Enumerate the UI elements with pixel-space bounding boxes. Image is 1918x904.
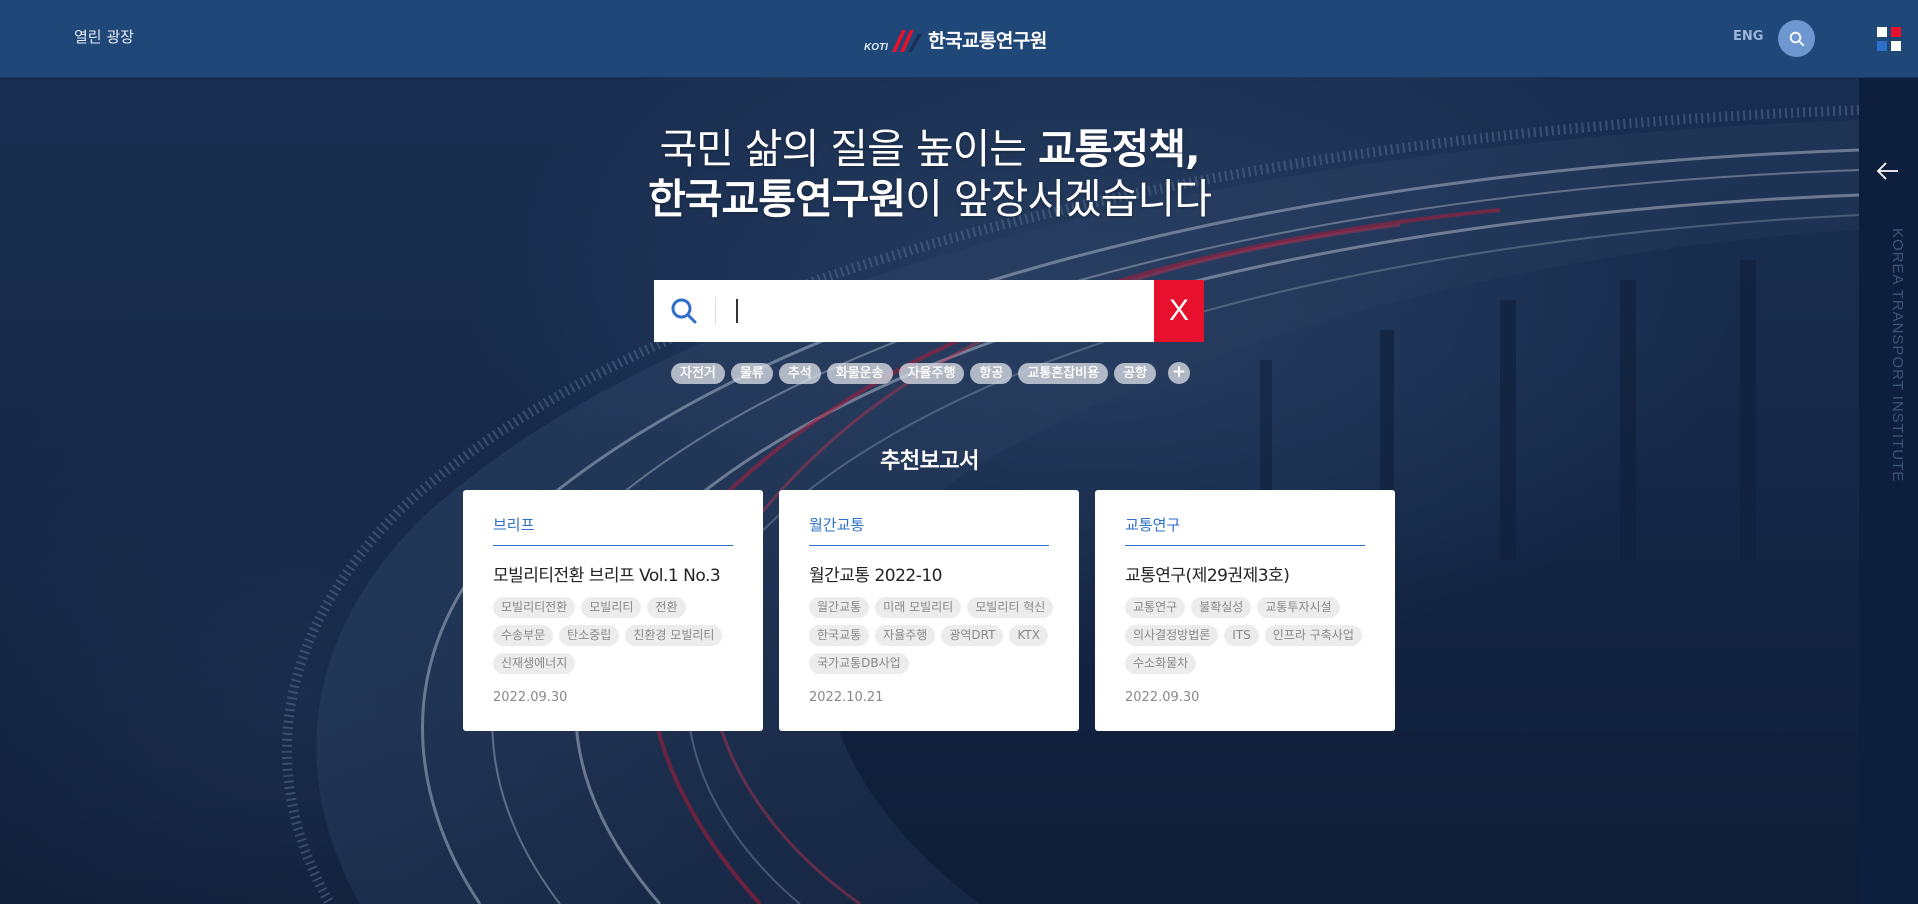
report-card[interactable]: 브리프 모빌리티전환 브리프 Vol.1 No.3 모빌리티전환 모빌리티 전환… bbox=[463, 490, 763, 731]
grid-menu-icon bbox=[1877, 27, 1887, 37]
card-tag[interactable]: 불확실성 bbox=[1191, 597, 1252, 618]
card-date: 2022.09.30 bbox=[1125, 690, 1200, 705]
main-search-bar: X bbox=[654, 280, 1204, 342]
card-tag-list: 모빌리티전환 모빌리티 전환 수송부문 탄소중립 친환경 모빌리티 신재생에너지 bbox=[493, 597, 743, 674]
card-tag[interactable]: 모빌리티전환 bbox=[493, 597, 576, 618]
card-category[interactable]: 월간교통 bbox=[809, 514, 864, 535]
grid-menu-icon bbox=[1891, 27, 1901, 37]
card-tag[interactable]: 미래 모빌리티 bbox=[875, 597, 962, 618]
arrow-left-icon bbox=[1876, 162, 1898, 180]
card-tag[interactable]: KTX bbox=[1009, 625, 1048, 646]
keyword-tag[interactable]: 자율주행 bbox=[898, 362, 965, 384]
card-tag[interactable]: 모빌리티 혁신 bbox=[967, 597, 1054, 618]
headline-emphasis: 교통정책, bbox=[1038, 125, 1200, 173]
card-tag[interactable]: 신재생에너지 bbox=[493, 653, 576, 674]
card-tag-list: 월간교통 미래 모빌리티 모빌리티 혁신 한국교통 자율주행 광역DRT KTX… bbox=[809, 597, 1059, 674]
headline-line-1: 국민 삶의 질을 높이는 교통정책, bbox=[0, 124, 1859, 174]
open-plaza-link[interactable]: 열린 광장 bbox=[74, 26, 134, 47]
card-tag[interactable]: ITS bbox=[1224, 625, 1259, 646]
grid-menu-icon bbox=[1891, 41, 1901, 51]
rail-vertical-text: KOREA TRANSPORT INSTITUTE bbox=[1889, 228, 1906, 483]
search-icon bbox=[1789, 31, 1804, 46]
card-tag[interactable]: 자율주행 bbox=[875, 625, 936, 646]
card-tag[interactable]: 수소화물차 bbox=[1125, 653, 1197, 674]
right-side-rail: KOREA TRANSPORT INSTITUTE bbox=[1859, 78, 1918, 904]
header-search-button[interactable] bbox=[1778, 20, 1815, 57]
card-title[interactable]: 교통연구(제29권제3호) bbox=[1125, 561, 1290, 586]
report-card[interactable]: 교통연구 교통연구(제29권제3호) 교통연구 불확실성 교통투자시설 의사결정… bbox=[1095, 490, 1395, 731]
grid-menu-icon bbox=[1877, 41, 1887, 51]
card-title[interactable]: 월간교통 2022-10 bbox=[809, 561, 943, 586]
card-title[interactable]: 모빌리티전환 브리프 Vol.1 No.3 bbox=[493, 561, 721, 586]
keyword-tag[interactable]: 화물운송 bbox=[826, 362, 893, 384]
search-icon[interactable] bbox=[669, 296, 699, 326]
grid-menu-button[interactable] bbox=[1877, 27, 1901, 51]
card-tag[interactable]: 전환 bbox=[647, 597, 686, 618]
card-tag[interactable]: 탄소중립 bbox=[559, 625, 620, 646]
text-caret bbox=[736, 299, 738, 323]
keyword-tag[interactable]: 물류 bbox=[730, 362, 773, 384]
card-divider bbox=[809, 545, 1049, 546]
back-arrow-button[interactable] bbox=[1875, 158, 1901, 184]
card-tag[interactable]: 국가교통DB사업 bbox=[809, 653, 909, 674]
search-input[interactable] bbox=[732, 290, 1092, 332]
recommended-reports-title: 추천보고서 bbox=[880, 449, 979, 474]
headline-line-2: 한국교통연구원이 앞장서겠습니다 bbox=[0, 174, 1859, 224]
card-divider bbox=[1125, 545, 1365, 546]
card-category[interactable]: 교통연구 bbox=[1125, 514, 1180, 535]
headline-emphasis: 한국교통연구원 bbox=[648, 175, 906, 223]
card-tag[interactable]: 인프라 구축사업 bbox=[1264, 625, 1362, 646]
card-tag[interactable]: 한국교통 bbox=[809, 625, 870, 646]
logo-mark-icon: KOTI bbox=[864, 22, 924, 56]
keyword-tag[interactable]: 항공 bbox=[970, 362, 1013, 384]
more-tags-button[interactable]: + bbox=[1168, 362, 1191, 384]
card-date: 2022.10.21 bbox=[809, 690, 884, 705]
logo-name: 한국교통연구원 bbox=[928, 29, 1047, 52]
card-date: 2022.09.30 bbox=[493, 690, 568, 705]
hero-headline: 국민 삶의 질을 높이는 교통정책, 한국교통연구원이 앞장서겠습니다 bbox=[0, 124, 1859, 224]
card-category[interactable]: 브리프 bbox=[493, 514, 534, 535]
headline-text: 국민 삶의 질을 높이는 bbox=[659, 125, 1039, 173]
headline-text: 이 앞장서겠습니다 bbox=[905, 175, 1212, 223]
report-card[interactable]: 월간교통 월간교통 2022-10 월간교통 미래 모빌리티 모빌리티 혁신 한… bbox=[779, 490, 1079, 731]
language-eng-link[interactable]: ENG bbox=[1733, 29, 1763, 44]
keyword-tag[interactable]: 자전거 bbox=[671, 362, 725, 384]
keyword-tag[interactable]: 공항 bbox=[1114, 362, 1157, 384]
popular-keyword-tags: 자전거 물류 추석 화물운송 자율주행 항공 교통혼잡비용 공항 + bbox=[671, 362, 1191, 384]
site-logo[interactable]: KOTI 한국교통연구원 bbox=[864, 20, 1047, 58]
card-tag[interactable]: 의사결정방법론 bbox=[1125, 625, 1219, 646]
card-tag[interactable]: 모빌리티 bbox=[581, 597, 642, 618]
search-divider bbox=[715, 297, 716, 325]
keyword-tag[interactable]: 추석 bbox=[778, 362, 821, 384]
keyword-tag[interactable]: 교통혼잡비용 bbox=[1018, 362, 1109, 384]
card-tag[interactable]: 교통연구 bbox=[1125, 597, 1186, 618]
card-divider bbox=[493, 545, 733, 546]
card-tag[interactable]: 수송부문 bbox=[493, 625, 554, 646]
card-tag[interactable]: 광역DRT bbox=[941, 625, 1004, 646]
card-tag-list: 교통연구 불확실성 교통투자시설 의사결정방법론 ITS 인프라 구축사업 수소… bbox=[1125, 597, 1375, 674]
search-clear-button[interactable]: X bbox=[1154, 280, 1204, 342]
card-tag[interactable]: 친환경 모빌리티 bbox=[625, 625, 723, 646]
card-tag[interactable]: 교통투자시설 bbox=[1257, 597, 1340, 618]
top-header: 열린 광장 KOTI 한국교통연구원 ENG bbox=[0, 0, 1918, 78]
logo-badge-text: KOTI bbox=[864, 42, 888, 53]
card-tag[interactable]: 월간교통 bbox=[809, 597, 870, 618]
